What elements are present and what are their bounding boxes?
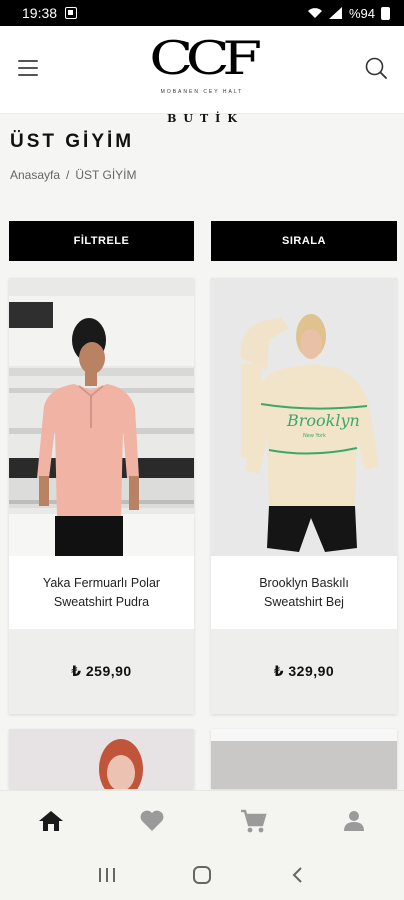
breadcrumb-separator: / [66, 168, 70, 182]
notification-icon [65, 7, 78, 19]
wifi-icon [307, 8, 322, 18]
bottom-navigation [0, 790, 404, 850]
search-icon[interactable] [364, 56, 388, 80]
logo-name: BUTİK [167, 112, 244, 125]
back-button[interactable] [277, 860, 317, 890]
logo-subtitle: MOBANEN CEY HALT [158, 89, 246, 95]
heart-icon [140, 810, 163, 831]
battery-level: %94 [348, 5, 375, 21]
nav-home[interactable] [31, 801, 71, 841]
product-price: ₺ 329,90 [211, 629, 397, 714]
home-button[interactable] [182, 860, 222, 890]
product-image[interactable] [9, 278, 194, 556]
recent-apps-button[interactable] [87, 860, 127, 890]
home-circle-icon [192, 866, 211, 884]
breadcrumb-home-link[interactable]: Anasayfa [10, 168, 60, 182]
clock: 19:38 [22, 5, 58, 21]
recent-apps-icon [99, 868, 116, 882]
svg-text:New York: New York [303, 433, 326, 439]
signal-icon [328, 7, 342, 19]
home-icon [38, 810, 63, 831]
back-icon [292, 867, 302, 883]
user-icon [343, 810, 364, 831]
product-card[interactable] [211, 729, 397, 789]
product-card[interactable] [9, 729, 194, 789]
product-card[interactable]: Brooklyn New York Brooklyn Baskılı Sweat… [211, 278, 397, 714]
cart-icon [240, 809, 267, 832]
app-header: CCF MOBANEN CEY HALT BUTİK [0, 26, 404, 125]
system-navigation [0, 850, 404, 900]
nav-account[interactable] [334, 801, 374, 841]
hamburger-menu-icon[interactable] [18, 60, 38, 76]
nav-favorites[interactable] [132, 801, 172, 841]
breadcrumb-current: ÜST GİYİM [75, 168, 137, 182]
product-price: ₺ 259,90 [9, 629, 194, 714]
filter-button[interactable]: FİLTRELE [9, 221, 194, 261]
product-image[interactable] [211, 729, 397, 789]
product-card[interactable]: Yaka Fermuarlı Polar Sweatshirt Pudra ₺ … [9, 278, 194, 714]
logo-mark: CCF [149, 31, 262, 85]
status-bar: 19:38 %94 [0, 0, 404, 26]
brand-logo[interactable]: CCF MOBANEN CEY HALT BUTİK [140, 35, 264, 125]
svg-text:Brooklyn: Brooklyn [286, 411, 360, 430]
breadcrumb: Anasayfa / ÜST GİYİM [10, 168, 137, 182]
product-name[interactable]: Brooklyn Baskılı Sweatshirt Bej [211, 556, 397, 629]
product-name[interactable]: Yaka Fermuarlı Polar Sweatshirt Pudra [9, 556, 194, 629]
nav-cart[interactable] [233, 801, 273, 841]
battery-icon [381, 6, 390, 20]
product-image[interactable]: Brooklyn New York [211, 278, 397, 556]
product-image[interactable] [9, 729, 194, 789]
page-title: ÜST GİYİM [10, 131, 135, 152]
sort-button[interactable]: SIRALA [211, 221, 397, 261]
